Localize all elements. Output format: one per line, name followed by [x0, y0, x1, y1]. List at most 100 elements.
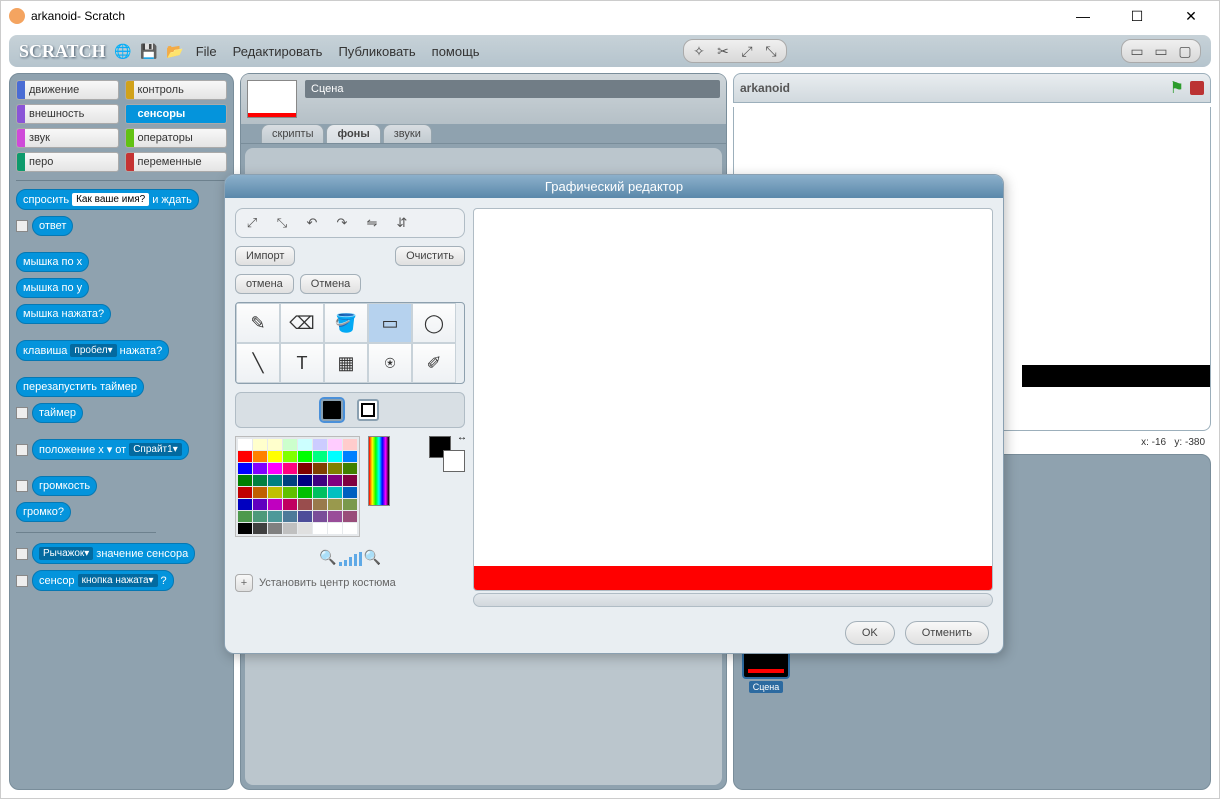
checkbox-answer[interactable] [16, 220, 28, 232]
palette-swatch[interactable] [298, 499, 312, 510]
palette-swatch[interactable] [328, 451, 342, 462]
grow-icon[interactable]: ⤢ [738, 42, 756, 60]
block-mouse-y[interactable]: мышка по y [16, 278, 89, 298]
ok-button[interactable]: OK [845, 621, 895, 645]
palette-swatch[interactable] [298, 451, 312, 462]
cat-operators[interactable]: операторы [125, 128, 228, 148]
palette-swatch[interactable] [238, 511, 252, 522]
palette-swatch[interactable] [268, 523, 282, 534]
palette-swatch[interactable] [238, 487, 252, 498]
globe-icon[interactable]: 🌐 [114, 42, 132, 60]
block-loud[interactable]: громко? [16, 502, 71, 522]
zoom-in-icon[interactable]: 🔍 [364, 549, 381, 566]
palette-swatch[interactable] [343, 451, 357, 462]
palette-swatch[interactable] [298, 511, 312, 522]
save-icon[interactable]: 💾 [140, 42, 158, 60]
text-tool-icon[interactable]: T [280, 343, 324, 383]
palette-swatch[interactable] [283, 523, 297, 534]
palette-swatch[interactable] [298, 463, 312, 474]
palette-swatch[interactable] [313, 511, 327, 522]
palette-swatch[interactable] [253, 499, 267, 510]
checkbox-timer[interactable] [16, 407, 28, 419]
eyedropper-tool-icon[interactable]: ✐ [412, 343, 456, 383]
block-ask[interactable]: спросить Как ваше имя? и ждать [16, 189, 199, 210]
redo-button[interactable]: Отмена [300, 274, 361, 294]
palette-swatch[interactable] [253, 523, 267, 534]
stage-thumb[interactable] [247, 80, 297, 118]
small-stage-icon[interactable]: ▭ [1128, 42, 1146, 60]
palette-swatch[interactable] [283, 451, 297, 462]
canvas[interactable] [473, 208, 993, 591]
clear-button[interactable]: Очистить [395, 246, 465, 266]
palette-swatch[interactable] [253, 439, 267, 450]
gradient-picker[interactable] [368, 436, 390, 506]
cat-control[interactable]: контроль [125, 80, 228, 100]
palette-swatch[interactable] [298, 439, 312, 450]
filled-style[interactable] [321, 399, 343, 421]
cat-pen[interactable]: перо [16, 152, 119, 172]
palette-swatch[interactable] [298, 487, 312, 498]
palette-swatch[interactable] [253, 487, 267, 498]
tab-backgrounds[interactable]: фоны [326, 124, 380, 143]
fg-bg-swap[interactable]: ↔ [429, 436, 465, 472]
palette-swatch[interactable] [343, 523, 357, 534]
block-answer[interactable]: ответ [32, 216, 73, 236]
select-tool-icon[interactable]: ▦ [324, 343, 368, 383]
palette-swatch[interactable] [253, 463, 267, 474]
grow-icon[interactable]: ⤢ [239, 212, 265, 234]
undo-button[interactable]: отмена [235, 274, 294, 294]
palette-swatch[interactable] [283, 499, 297, 510]
palette-swatch[interactable] [343, 439, 357, 450]
palette-swatch[interactable] [328, 499, 342, 510]
palette-swatch[interactable] [313, 487, 327, 498]
block-timer[interactable]: таймер [32, 403, 83, 423]
zoom-control[interactable]: 🔍 🔍 [319, 549, 381, 566]
eraser-tool-icon[interactable]: ⌫ [280, 303, 324, 343]
cat-sensors[interactable]: сенсоры [125, 104, 228, 124]
checkbox-position[interactable] [16, 444, 28, 456]
palette-swatch[interactable] [268, 451, 282, 462]
palette-swatch[interactable] [238, 523, 252, 534]
color-palette[interactable] [235, 436, 360, 537]
block-loudness[interactable]: громкость [32, 476, 97, 496]
palette-swatch[interactable] [268, 439, 282, 450]
palette-swatch[interactable] [283, 439, 297, 450]
palette-swatch[interactable] [238, 499, 252, 510]
palette-swatch[interactable] [238, 451, 252, 462]
stamp-icon[interactable]: ✧ [690, 42, 708, 60]
cat-sound[interactable]: звук [16, 128, 119, 148]
block-key-pressed[interactable]: клавиша пробел▾ нажата? [16, 340, 169, 361]
palette-swatch[interactable] [343, 475, 357, 486]
tab-sounds[interactable]: звуки [383, 124, 432, 143]
open-icon[interactable]: 📂 [166, 42, 184, 60]
checkbox-sensor[interactable] [16, 575, 28, 587]
palette-swatch[interactable] [328, 439, 342, 450]
menu-file[interactable]: File [192, 44, 221, 59]
block-mouse-x[interactable]: мышка по x [16, 252, 89, 272]
cut-icon[interactable]: ✂ [714, 42, 732, 60]
set-center-row[interactable]: + Установить центр костюма [235, 574, 465, 592]
palette-swatch[interactable] [268, 475, 282, 486]
palette-swatch[interactable] [283, 511, 297, 522]
tab-scripts[interactable]: скрипты [261, 124, 324, 143]
stage-name-field[interactable]: Сцена [305, 80, 720, 98]
menu-publish[interactable]: Публиковать [334, 44, 419, 59]
stop-icon[interactable] [1190, 81, 1204, 95]
palette-swatch[interactable] [328, 511, 342, 522]
palette-swatch[interactable] [343, 487, 357, 498]
h-scrollbar[interactable] [473, 593, 993, 607]
checkbox-loudness[interactable] [16, 480, 28, 492]
palette-swatch[interactable] [238, 439, 252, 450]
cat-motion[interactable]: движение [16, 80, 119, 100]
present-icon[interactable]: ▢ [1176, 42, 1194, 60]
palette-swatch[interactable] [268, 511, 282, 522]
palette-swatch[interactable] [283, 475, 297, 486]
checkbox-slider[interactable] [16, 548, 28, 560]
green-flag-icon[interactable]: ⚑ [1170, 78, 1184, 98]
palette-swatch[interactable] [328, 523, 342, 534]
rotate-ccw-icon[interactable]: ↶ [299, 212, 325, 234]
palette-swatch[interactable] [343, 499, 357, 510]
palette-swatch[interactable] [253, 511, 267, 522]
shrink-icon[interactable]: ⤡ [269, 212, 295, 234]
palette-swatch[interactable] [238, 463, 252, 474]
